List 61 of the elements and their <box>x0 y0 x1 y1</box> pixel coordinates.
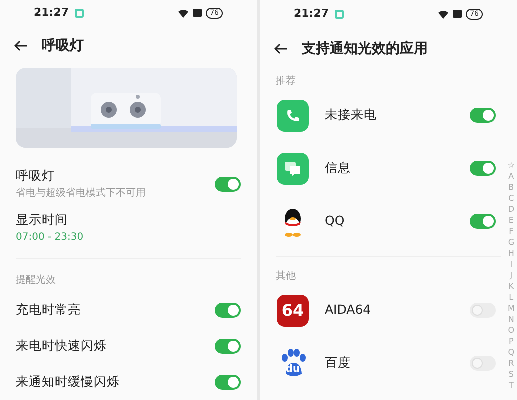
index-letter[interactable]: R <box>508 358 514 369</box>
index-letter[interactable]: M <box>508 303 515 314</box>
app-name: 未接来电 <box>325 106 378 124</box>
index-letter[interactable]: Q <box>508 347 515 358</box>
toggle-switch[interactable] <box>470 214 496 229</box>
index-letter[interactable]: J <box>510 270 513 281</box>
page-title: 呼吸灯 <box>42 36 84 56</box>
index-letter[interactable]: L <box>509 292 514 303</box>
index-letter[interactable]: C <box>508 193 514 204</box>
index-letter[interactable]: B <box>508 182 514 193</box>
app-logo: 64 <box>277 294 309 326</box>
index-letter[interactable]: ☆ <box>508 160 515 171</box>
paw-logo: du <box>277 348 309 380</box>
sim-icon <box>193 9 202 18</box>
app-name: QQ <box>325 212 346 230</box>
wifi-icon <box>178 8 190 18</box>
index-letter[interactable]: G <box>508 237 515 248</box>
toggle-switch[interactable] <box>215 176 241 192</box>
notification-icon <box>75 8 84 18</box>
page-title: 支持通知光效的应用 <box>302 40 428 58</box>
chat-app-icon <box>277 152 309 184</box>
setting-label: 呼吸灯 <box>16 167 56 186</box>
setting-subtitle: 省电与超级省电模式下不可用 <box>16 186 146 201</box>
status-time: 21:27 <box>34 4 70 21</box>
sim-icon <box>453 10 462 18</box>
toggle-switch[interactable] <box>470 303 496 318</box>
back-arrow-icon[interactable] <box>14 40 28 52</box>
setting-label[interactable]: 显示时间 <box>16 211 241 230</box>
index-letter[interactable]: O <box>508 325 515 336</box>
section-header: 推荐 <box>276 74 296 89</box>
index-letter[interactable]: N <box>508 314 514 325</box>
phone-app-icon <box>277 100 309 132</box>
setting-label: 充电时常亮 <box>16 300 81 319</box>
toggle-switch[interactable] <box>470 161 496 176</box>
index-letter[interactable]: F <box>509 226 514 237</box>
wifi-icon <box>438 10 450 18</box>
index-letter[interactable]: H <box>508 248 514 259</box>
toggle-switch[interactable] <box>470 356 496 371</box>
back-arrow-icon[interactable] <box>274 43 288 55</box>
setting-label: 来电时快速闪烁 <box>16 336 107 355</box>
app-name: 信息 <box>325 159 352 178</box>
index-letter[interactable]: K <box>508 281 514 292</box>
index-letter[interactable]: P <box>509 336 514 347</box>
toggle-switch[interactable] <box>215 302 241 318</box>
section-header: 其他 <box>276 270 296 284</box>
setting-label: 来通知时缓慢闪烁 <box>16 372 120 391</box>
app-name: AIDA64 <box>325 301 372 320</box>
toggle-switch[interactable] <box>215 338 241 354</box>
toggle-switch[interactable] <box>215 374 241 390</box>
index-letter[interactable]: E <box>508 215 514 226</box>
setting-value: 07:00 - 23:30 <box>16 230 85 245</box>
index-letter[interactable]: D <box>508 204 514 215</box>
index-letter[interactable]: T <box>508 380 514 391</box>
index-letter[interactable]: S <box>508 369 514 380</box>
index-letter[interactable]: A <box>508 171 514 182</box>
notification-icon <box>335 10 344 18</box>
status-time: 21:27 <box>294 6 330 22</box>
toggle-switch[interactable] <box>470 108 496 123</box>
app-name: 百度 <box>325 354 352 372</box>
section-header: 提醒光效 <box>16 274 56 288</box>
index-letter[interactable]: I <box>510 259 513 270</box>
